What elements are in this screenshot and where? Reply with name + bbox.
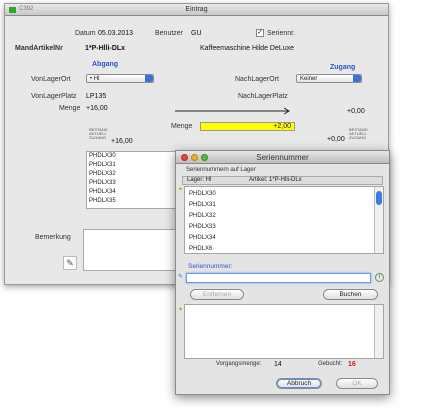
list-item[interactable]: PHDLX31 xyxy=(87,161,175,170)
key-icon: ✦ xyxy=(178,187,184,193)
list-item[interactable]: PHDLX35 xyxy=(87,197,175,206)
benutzer-value: GU xyxy=(191,30,202,37)
gebucht-label: Gebucht: xyxy=(318,361,343,367)
note-icon[interactable]: ✎ xyxy=(63,256,77,270)
list-item[interactable]: PHDLX6 xyxy=(187,244,212,254)
lager-label: Lager: Hl xyxy=(187,177,212,183)
vonlagerplatz-label: VonLagerPlatz xyxy=(31,93,77,100)
pencil-icon: ✎ xyxy=(178,274,184,280)
nachlagerort-select[interactable]: Keiner xyxy=(296,74,362,83)
vonlagerort-label: VonLagerOrt xyxy=(31,76,71,83)
nachlagerort-label: NachLagerOrt xyxy=(235,76,279,83)
serial-dialog: Seriennummer Seriennummern auf Lager Lag… xyxy=(175,150,390,395)
serial-booked-list[interactable] xyxy=(184,304,384,359)
right-total: +0,00 xyxy=(327,136,345,143)
benutzer-label: Benutzer xyxy=(155,30,184,37)
transfer-arrow-icon xyxy=(175,107,290,115)
left-total: +16,00 xyxy=(111,138,133,145)
seriennummer-label: Seriennummer: xyxy=(188,263,233,270)
serial-dialog-title: Seriennummer xyxy=(256,153,309,162)
scrollbar[interactable] xyxy=(374,187,383,253)
zugang-heading: Zugang xyxy=(330,64,356,71)
list-item[interactable]: PHDLX34 xyxy=(187,233,216,243)
info-icon[interactable]: i xyxy=(375,273,384,282)
bemerkung-label: Bemerkung xyxy=(35,234,71,241)
entfernen-button[interactable]: Entfernen xyxy=(190,289,244,300)
key-icon: ✦ xyxy=(178,307,184,313)
serial-dialog-titlebar: Seriennummer xyxy=(176,151,389,164)
list-item[interactable]: PHDLX33 xyxy=(187,222,216,232)
menge-nach-value: +0,00 xyxy=(347,108,365,115)
nachlagerort-value: Keiner xyxy=(300,76,318,82)
nachlagerplatz-label: NachLagerPlatz xyxy=(238,93,288,100)
menge-center-label: Menge xyxy=(171,123,193,130)
datum-value[interactable]: 05.03.2013 xyxy=(98,30,133,37)
vonlagerort-value: • Hl xyxy=(90,76,100,82)
seriennummer-input[interactable] xyxy=(186,273,371,283)
mandartikel-value[interactable]: 1*P-Hlli-DLx xyxy=(85,45,125,52)
gebucht-value: 16 xyxy=(348,361,356,368)
menge-input[interactable]: +2,00 xyxy=(200,122,295,131)
seriennr-checkbox[interactable]: ✓ xyxy=(256,29,264,37)
bemerkung-textarea[interactable] xyxy=(83,229,183,271)
vorgangsmenge-label: Vorgangsmenge: xyxy=(216,361,262,367)
main-window-titlebar: C392 Eintrag xyxy=(5,4,388,16)
menge-von-label: Menge xyxy=(59,105,81,112)
ok-button[interactable]: OK xyxy=(336,378,378,389)
menge-von-value: +16,00 xyxy=(86,105,108,112)
serial-list-heading: Seriennummern auf Lager xyxy=(186,167,256,173)
vonlagerplatz-value: LP135 xyxy=(86,93,107,100)
list-item[interactable]: PHDLX32 xyxy=(187,211,216,221)
list-item[interactable]: PHDLX34 xyxy=(87,188,175,197)
abbruch-button[interactable]: Abbruch xyxy=(276,378,322,389)
list-item[interactable]: PHDLX31 xyxy=(187,200,216,210)
scrollbar-thumb[interactable] xyxy=(376,191,382,205)
serial-available-list[interactable]: PHDLX30 PHDLX31 PHDLX32 PHDLX33 PHDLX34 … xyxy=(184,186,384,254)
list-item[interactable]: PHDLX32 xyxy=(87,170,175,179)
left-bestand-header: BESTAND AKTUELL ZUGANG xyxy=(89,127,108,140)
list-item[interactable]: PHDLX33 xyxy=(87,179,175,188)
vorgangsmenge-value: 14 xyxy=(274,361,282,368)
list-item[interactable]: PHDLX30 xyxy=(87,152,175,161)
main-window-title: Eintrag xyxy=(185,6,208,13)
datum-label: Datum xyxy=(75,30,96,37)
chevron-down-icon xyxy=(145,75,153,82)
buchen-button[interactable]: Buchen xyxy=(323,289,378,300)
article-description: Kaffeemaschine Hilde DeLuxe xyxy=(200,45,295,52)
seriennr-label: Seriennr. xyxy=(267,30,296,37)
serial-list-header: Lager: Hl Artikel: 1*P-Hlli-DLx xyxy=(182,176,383,185)
chevron-down-icon xyxy=(353,75,361,82)
scrollbar[interactable] xyxy=(374,305,383,358)
serial-list[interactable]: PHDLX30 PHDLX31 PHDLX32 PHDLX33 PHDLX34 … xyxy=(86,151,176,209)
list-item[interactable]: PHDLX30 xyxy=(187,189,216,199)
artikel-label: Artikel: 1*P-Hlli-DLx xyxy=(249,177,302,183)
right-bestand-header: BESTAND AKTUELL ZUGANG xyxy=(349,127,368,140)
mandartikel-label: MandArtikelNr xyxy=(15,45,63,52)
abgang-heading: Abgang xyxy=(92,61,119,68)
vonlagerort-select[interactable]: • Hl xyxy=(86,74,154,83)
